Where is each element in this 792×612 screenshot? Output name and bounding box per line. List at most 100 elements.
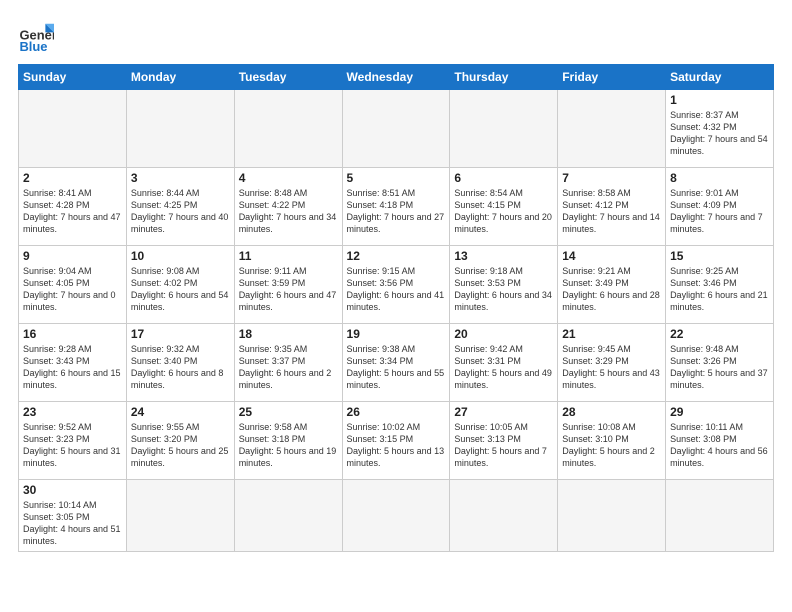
day-info: Sunrise: 8:41 AM Sunset: 4:28 PM Dayligh… (23, 187, 122, 236)
day-cell: 8 Sunrise: 9:01 AM Sunset: 4:09 PM Daylig… (666, 168, 774, 246)
day-number: 24 (131, 405, 230, 419)
day-number: 10 (131, 249, 230, 263)
day-cell (558, 90, 666, 168)
day-info: Sunrise: 10:02 AM Sunset: 3:15 PM Daylig… (347, 421, 446, 470)
day-info: Sunrise: 9:42 AM Sunset: 3:31 PM Dayligh… (454, 343, 553, 392)
day-info: Sunrise: 9:55 AM Sunset: 3:20 PM Dayligh… (131, 421, 230, 470)
day-cell (19, 90, 127, 168)
day-info: Sunrise: 10:08 AM Sunset: 3:10 PM Daylig… (562, 421, 661, 470)
day-info: Sunrise: 8:48 AM Sunset: 4:22 PM Dayligh… (239, 187, 338, 236)
day-info: Sunrise: 9:25 AM Sunset: 3:46 PM Dayligh… (670, 265, 769, 314)
day-number: 2 (23, 171, 122, 185)
day-cell: 22 Sunrise: 9:48 AM Sunset: 3:26 PM Dayli… (666, 324, 774, 402)
weekday-monday: Monday (126, 65, 234, 90)
day-info: Sunrise: 9:52 AM Sunset: 3:23 PM Dayligh… (23, 421, 122, 470)
weekday-header-row: SundayMondayTuesdayWednesdayThursdayFrid… (19, 65, 774, 90)
day-info: Sunrise: 8:58 AM Sunset: 4:12 PM Dayligh… (562, 187, 661, 236)
day-number: 13 (454, 249, 553, 263)
day-number: 23 (23, 405, 122, 419)
day-cell (558, 480, 666, 552)
day-cell: 7 Sunrise: 8:58 AM Sunset: 4:12 PM Daylig… (558, 168, 666, 246)
day-number: 14 (562, 249, 661, 263)
day-info: Sunrise: 8:37 AM Sunset: 4:32 PM Dayligh… (670, 109, 769, 158)
day-number: 17 (131, 327, 230, 341)
day-number: 9 (23, 249, 122, 263)
day-info: Sunrise: 10:11 AM Sunset: 3:08 PM Daylig… (670, 421, 769, 470)
day-number: 8 (670, 171, 769, 185)
day-cell: 23 Sunrise: 9:52 AM Sunset: 3:23 PM Dayli… (19, 402, 127, 480)
day-number: 20 (454, 327, 553, 341)
day-info: Sunrise: 10:05 AM Sunset: 3:13 PM Daylig… (454, 421, 553, 470)
day-cell: 21Sunrise: 9:45 AM Sunset: 3:29 PM Dayli… (558, 324, 666, 402)
week-row-2: 9 Sunrise: 9:04 AM Sunset: 4:05 PM Daylig… (19, 246, 774, 324)
day-cell: 5 Sunrise: 8:51 AM Sunset: 4:18 PM Daylig… (342, 168, 450, 246)
day-cell (342, 480, 450, 552)
day-info: Sunrise: 8:51 AM Sunset: 4:18 PM Dayligh… (347, 187, 446, 236)
day-info: Sunrise: 9:45 AM Sunset: 3:29 PM Dayligh… (562, 343, 661, 392)
day-info: Sunrise: 9:28 AM Sunset: 3:43 PM Dayligh… (23, 343, 122, 392)
day-cell: 1 Sunrise: 8:37 AM Sunset: 4:32 PM Daylig… (666, 90, 774, 168)
day-cell: 20 Sunrise: 9:42 AM Sunset: 3:31 PM Dayli… (450, 324, 558, 402)
day-cell (126, 480, 234, 552)
logo: General Blue (18, 18, 54, 54)
day-cell: 18 Sunrise: 9:35 AM Sunset: 3:37 PM Dayli… (234, 324, 342, 402)
day-number: 12 (347, 249, 446, 263)
day-info: Sunrise: 9:32 AM Sunset: 3:40 PM Dayligh… (131, 343, 230, 392)
page: General Blue SundayMondayTuesdayWednesda… (0, 0, 792, 562)
day-number: 15 (670, 249, 769, 263)
day-number: 22 (670, 327, 769, 341)
day-cell: 25 Sunrise: 9:58 AM Sunset: 3:18 PM Dayli… (234, 402, 342, 480)
day-cell: 4 Sunrise: 8:48 AM Sunset: 4:22 PM Daylig… (234, 168, 342, 246)
day-cell (450, 480, 558, 552)
day-number: 18 (239, 327, 338, 341)
day-cell (666, 480, 774, 552)
day-info: Sunrise: 9:58 AM Sunset: 3:18 PM Dayligh… (239, 421, 338, 470)
day-number: 25 (239, 405, 338, 419)
weekday-thursday: Thursday (450, 65, 558, 90)
day-cell: 15 Sunrise: 9:25 AM Sunset: 3:46 PM Dayli… (666, 246, 774, 324)
day-cell (342, 90, 450, 168)
day-info: Sunrise: 9:01 AM Sunset: 4:09 PM Dayligh… (670, 187, 769, 236)
weekday-wednesday: Wednesday (342, 65, 450, 90)
day-cell: 24 Sunrise: 9:55 AM Sunset: 3:20 PM Dayli… (126, 402, 234, 480)
calendar: SundayMondayTuesdayWednesdayThursdayFrid… (18, 64, 774, 552)
day-cell: 10 Sunrise: 9:08 AM Sunset: 4:02 PM Dayli… (126, 246, 234, 324)
week-row-5: 30Sunrise: 10:14 AM Sunset: 3:05 PM Dayl… (19, 480, 774, 552)
day-cell (234, 90, 342, 168)
day-number: 4 (239, 171, 338, 185)
day-info: Sunrise: 9:08 AM Sunset: 4:02 PM Dayligh… (131, 265, 230, 314)
day-cell: 19Sunrise: 9:38 AM Sunset: 3:34 PM Dayli… (342, 324, 450, 402)
week-row-3: 16Sunrise: 9:28 AM Sunset: 3:43 PM Dayli… (19, 324, 774, 402)
day-cell: 26 Sunrise: 10:02 AM Sunset: 3:15 PM Dayl… (342, 402, 450, 480)
day-cell: 30Sunrise: 10:14 AM Sunset: 3:05 PM Dayl… (19, 480, 127, 552)
day-cell: 17 Sunrise: 9:32 AM Sunset: 3:40 PM Dayli… (126, 324, 234, 402)
day-cell: 27Sunrise: 10:05 AM Sunset: 3:13 PM Dayl… (450, 402, 558, 480)
weekday-saturday: Saturday (666, 65, 774, 90)
weekday-sunday: Sunday (19, 65, 127, 90)
day-cell: 28 Sunrise: 10:08 AM Sunset: 3:10 PM Dayl… (558, 402, 666, 480)
day-number: 1 (670, 93, 769, 107)
day-cell (126, 90, 234, 168)
day-number: 19 (347, 327, 446, 341)
day-info: Sunrise: 9:21 AM Sunset: 3:49 PM Dayligh… (562, 265, 661, 314)
day-info: Sunrise: 9:04 AM Sunset: 4:05 PM Dayligh… (23, 265, 122, 314)
day-info: Sunrise: 9:18 AM Sunset: 3:53 PM Dayligh… (454, 265, 553, 314)
day-number: 6 (454, 171, 553, 185)
day-number: 7 (562, 171, 661, 185)
day-cell (450, 90, 558, 168)
day-info: Sunrise: 9:48 AM Sunset: 3:26 PM Dayligh… (670, 343, 769, 392)
day-number: 28 (562, 405, 661, 419)
day-number: 26 (347, 405, 446, 419)
day-cell: 6 Sunrise: 8:54 AM Sunset: 4:15 PM Daylig… (450, 168, 558, 246)
day-info: Sunrise: 9:35 AM Sunset: 3:37 PM Dayligh… (239, 343, 338, 392)
day-number: 30 (23, 483, 122, 497)
day-cell: 11Sunrise: 9:11 AM Sunset: 3:59 PM Dayli… (234, 246, 342, 324)
day-info: Sunrise: 8:44 AM Sunset: 4:25 PM Dayligh… (131, 187, 230, 236)
day-cell (234, 480, 342, 552)
day-number: 3 (131, 171, 230, 185)
day-cell: 3 Sunrise: 8:44 AM Sunset: 4:25 PM Daylig… (126, 168, 234, 246)
day-number: 5 (347, 171, 446, 185)
day-number: 11 (239, 249, 338, 263)
day-info: Sunrise: 9:15 AM Sunset: 3:56 PM Dayligh… (347, 265, 446, 314)
day-info: Sunrise: 8:54 AM Sunset: 4:15 PM Dayligh… (454, 187, 553, 236)
